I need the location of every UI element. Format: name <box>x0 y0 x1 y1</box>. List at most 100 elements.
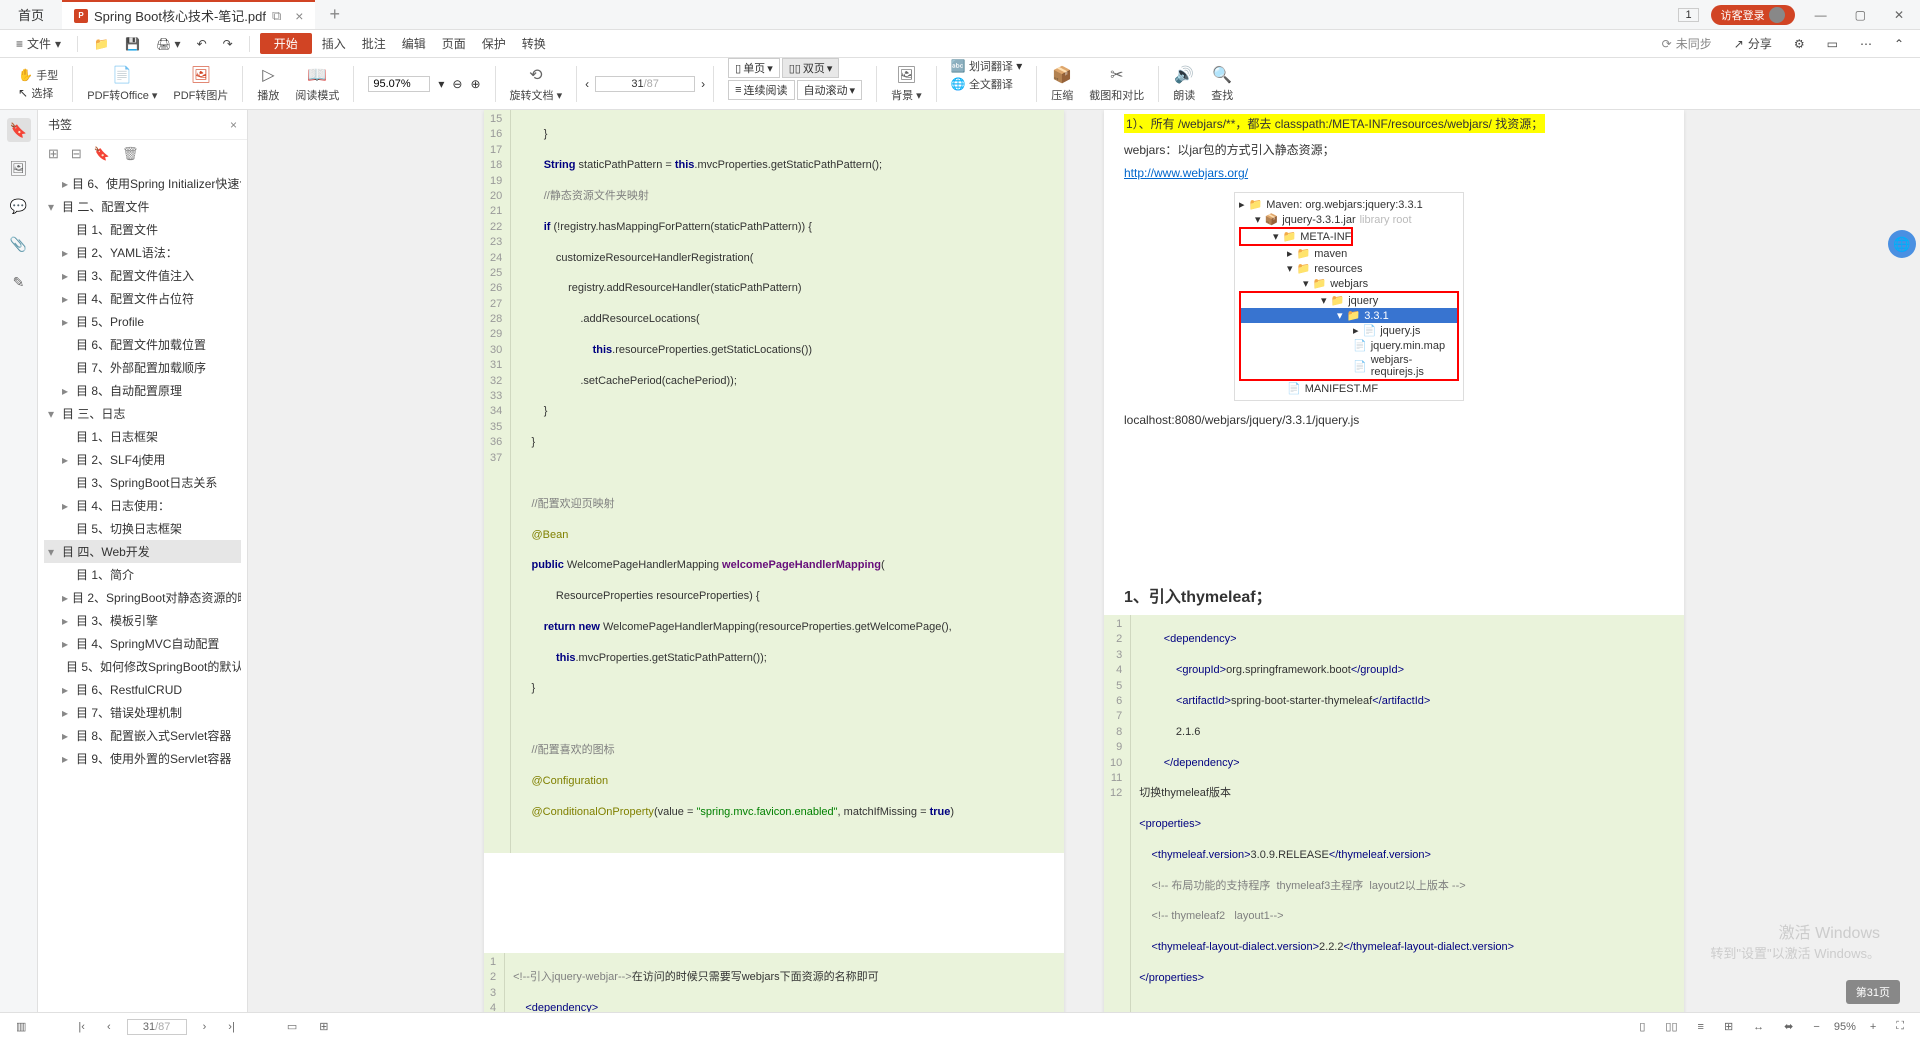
sb-layout-3[interactable]: ≡ <box>1692 1019 1710 1035</box>
hand-tool[interactable]: ✋ 手型 <box>18 67 58 83</box>
close-tab-icon[interactable]: × <box>295 8 303 24</box>
menu-insert[interactable]: 插入 <box>316 33 352 54</box>
zoom-input[interactable] <box>368 76 430 92</box>
auto-scroll-toggle[interactable]: 自动滚动 ▾ <box>797 80 863 100</box>
settings-icon[interactable]: ⚙ <box>1788 35 1811 53</box>
next-page-icon[interactable]: › <box>701 77 705 91</box>
bookmark-item[interactable]: ▾目 三、日志 <box>44 402 241 425</box>
sb-first-page[interactable]: |‹ <box>72 1019 91 1035</box>
new-tab-button[interactable]: + <box>315 0 354 29</box>
menu-edit[interactable]: 编辑 <box>396 33 432 54</box>
continuous-toggle[interactable]: ≡ 连续阅读 <box>728 80 794 100</box>
bookmark-item[interactable]: 目 5、如何修改SpringBoot的默认配置 <box>44 655 241 678</box>
word-translate[interactable]: 🔤 划词翻译 ▾ <box>951 58 1023 74</box>
full-translate[interactable]: 🌐 全文翻译 <box>951 76 1013 92</box>
sb-layout-4[interactable]: ⊞ <box>1718 1018 1739 1035</box>
close-panel-icon[interactable]: × <box>230 118 237 132</box>
single-page-toggle[interactable]: ▯ 单页 ▾ <box>728 58 780 78</box>
sb-prev-page[interactable]: ‹ <box>101 1019 117 1035</box>
menu-protect[interactable]: 保护 <box>476 33 512 54</box>
bm-tool-4[interactable]: 🗑 <box>122 146 139 162</box>
redo-icon[interactable]: ↷ <box>217 35 239 53</box>
sb-panel-icon[interactable]: ▥ <box>10 1018 32 1035</box>
bookmark-item[interactable]: ▸目 4、日志使用： <box>44 494 241 517</box>
webjars-link[interactable]: http://www.webjars.org/ <box>1124 166 1248 180</box>
bookmark-item[interactable]: ▸目 6、使用Spring Initializer快速创建Spring Boot… <box>44 172 241 195</box>
maximize-button[interactable]: ▢ <box>1847 4 1874 26</box>
bookmark-item[interactable]: ▸目 3、模板引擎 <box>44 609 241 632</box>
find-button[interactable]: 🔍查找 <box>1205 58 1239 109</box>
bookmark-item[interactable]: ▸目 4、SpringMVC自动配置 <box>44 632 241 655</box>
bookmark-item[interactable]: ▸目 6、RestfulCRUD <box>44 678 241 701</box>
collapse-icon[interactable]: ⌃ <box>1888 35 1910 53</box>
sb-fit-1[interactable]: ↔ <box>1747 1019 1770 1035</box>
play-button[interactable]: ▷播放 <box>251 58 285 109</box>
bookmark-item[interactable]: ▸目 2、SLF4j使用 <box>44 448 241 471</box>
bookmark-item[interactable]: 目 6、配置文件加载位置 <box>44 333 241 356</box>
document-tab[interactable]: P Spring Boot核心技术-笔记.pdf ⧉ × <box>62 0 315 29</box>
sb-fullscreen[interactable]: ⛶ <box>1890 1018 1910 1035</box>
bookmark-item[interactable]: ▾目 二、配置文件 <box>44 195 241 218</box>
compress-button[interactable]: 📦压缩 <box>1045 58 1079 109</box>
window-icon[interactable]: ▭ <box>1821 35 1844 53</box>
bm-tool-2[interactable]: ⊟ <box>71 146 82 162</box>
sb-zoom-in[interactable]: + <box>1864 1019 1882 1035</box>
undo-icon[interactable]: ↶ <box>191 35 213 53</box>
save-icon[interactable]: 💾 <box>119 35 146 53</box>
login-button[interactable]: 访客登录 <box>1711 5 1795 25</box>
sb-layout-2[interactable]: ▯▯ <box>1659 1018 1683 1035</box>
crop-compare-button[interactable]: ✂截图和对比 <box>1083 58 1150 109</box>
pdf-to-office[interactable]: 📄PDF转Office ▾ <box>81 58 163 109</box>
comment-rail-icon[interactable]: 💬 <box>7 194 31 218</box>
bookmark-rail-icon[interactable]: 🔖 <box>7 118 31 142</box>
sb-last-page[interactable]: ›| <box>222 1019 241 1035</box>
bm-tool-3[interactable]: 🔖 <box>94 146 110 162</box>
dual-page-toggle[interactable]: ▯▯ 双页 ▾ <box>782 58 840 78</box>
sb-zoom-out[interactable]: − <box>1807 1019 1825 1035</box>
print-icon[interactable]: 🖨 ▾ <box>150 35 187 53</box>
bookmark-item[interactable]: ▸目 7、错误处理机制 <box>44 701 241 724</box>
bookmark-item[interactable]: 目 1、简介 <box>44 563 241 586</box>
float-badge-icon[interactable]: 🌐 <box>1888 230 1916 258</box>
menu-start[interactable]: 开始 <box>260 33 312 54</box>
image-rail-icon[interactable]: 🖼 <box>7 156 31 180</box>
sb-page-input[interactable]: 31/87 <box>127 1019 187 1035</box>
bookmark-item[interactable]: 目 1、配置文件 <box>44 218 241 241</box>
badge-one[interactable]: 1 <box>1678 8 1698 22</box>
background-button[interactable]: 🖼背景 ▾ <box>885 58 928 109</box>
zoom-out-icon[interactable]: ⊖ <box>452 77 462 91</box>
rotate-doc[interactable]: ⟲旋转文档 ▾ <box>504 58 569 109</box>
bookmark-item[interactable]: ▸目 2、SpringBoot对静态资源的映射规则： <box>44 586 241 609</box>
close-button[interactable]: ✕ <box>1886 4 1912 26</box>
menu-annotate[interactable]: 批注 <box>356 33 392 54</box>
bookmark-item[interactable]: 目 3、SpringBoot日志关系 <box>44 471 241 494</box>
read-aloud-button[interactable]: 🔊朗读 <box>1167 58 1201 109</box>
sb-next-page[interactable]: › <box>197 1019 213 1035</box>
menu-button[interactable]: ≡ 文件 ▾ <box>10 33 67 54</box>
bookmark-item[interactable]: ▸目 2、YAML语法： <box>44 241 241 264</box>
home-tab[interactable]: 首页 <box>0 0 62 29</box>
page-input[interactable]: 31/87 <box>595 76 695 92</box>
external-icon[interactable]: ⧉ <box>272 8 281 24</box>
sb-grid-icon[interactable]: ⊞ <box>313 1018 334 1035</box>
share-button[interactable]: ↗ 分享 <box>1728 33 1778 54</box>
bookmark-item[interactable]: 目 5、切换日志框架 <box>44 517 241 540</box>
minimize-button[interactable]: — <box>1807 4 1835 26</box>
select-tool[interactable]: ↖ 选择 <box>18 85 58 101</box>
more-icon[interactable]: ⋯ <box>1854 35 1878 53</box>
sb-view-icon[interactable]: ▭ <box>281 1018 303 1035</box>
sb-layout-1[interactable]: ▯ <box>1633 1018 1651 1035</box>
bookmark-item[interactable]: ▸目 3、配置文件值注入 <box>44 264 241 287</box>
sync-status[interactable]: ⟳ 未同步 <box>1656 33 1718 54</box>
bookmark-item[interactable]: ▸目 5、Profile <box>44 310 241 333</box>
zoom-dropdown-icon[interactable]: ▾ <box>438 77 444 91</box>
bookmark-item[interactable]: ▸目 8、配置嵌入式Servlet容器 <box>44 724 241 747</box>
prev-page-icon[interactable]: ‹ <box>585 77 589 91</box>
bookmark-item[interactable]: ▾目 四、Web开发 <box>44 540 241 563</box>
bookmark-item[interactable]: ▸目 4、配置文件占位符 <box>44 287 241 310</box>
pdf-to-image[interactable]: 🖼PDF转图片 <box>167 58 234 109</box>
bm-tool-1[interactable]: ⊞ <box>48 146 59 162</box>
bookmark-item[interactable]: ▸目 8、自动配置原理 <box>44 379 241 402</box>
outline-rail-icon[interactable]: ✎ <box>7 270 31 294</box>
zoom-in-icon[interactable]: ⊕ <box>470 77 480 91</box>
